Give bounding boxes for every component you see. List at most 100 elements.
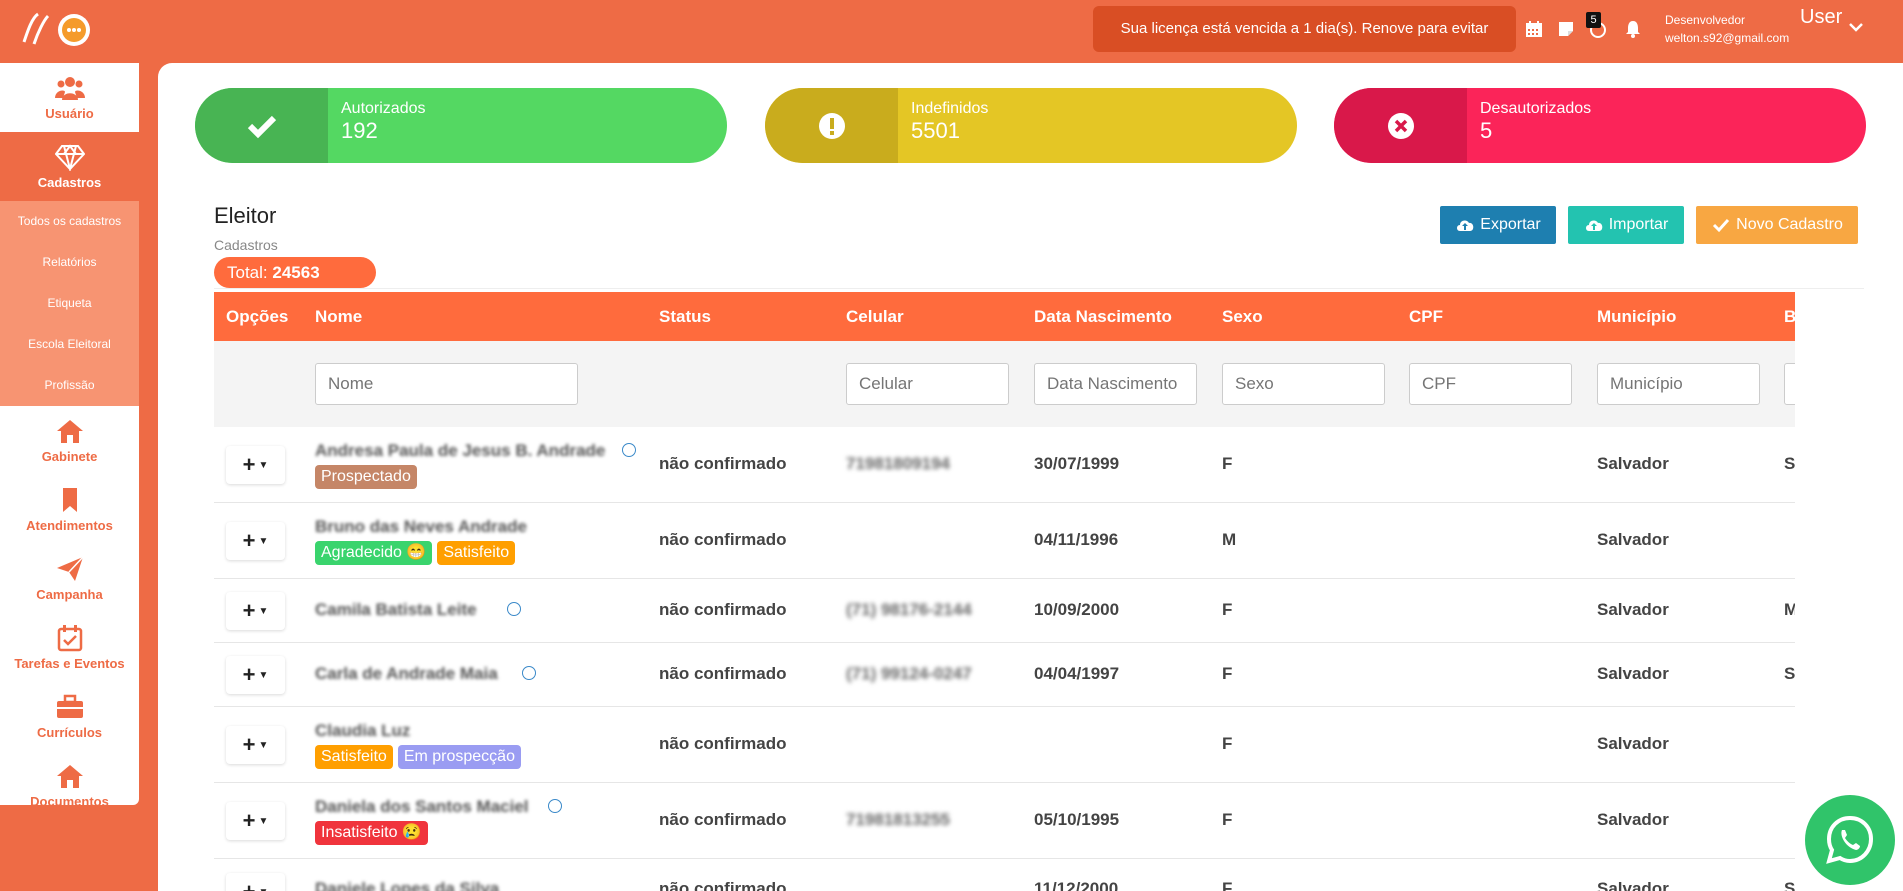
caret-down-icon: ▼ <box>258 887 268 891</box>
row-status: não confirmado <box>659 810 787 829</box>
plus-icon: + <box>242 528 256 553</box>
row-options-button[interactable]: +▼ <box>226 446 285 484</box>
column-header[interactable]: B <box>1784 292 1795 341</box>
filter-municipio-input[interactable] <box>1597 363 1760 405</box>
submenu-item-todos[interactable]: Todos os cadastros <box>0 201 139 242</box>
row-phone: 71981809194 <box>846 454 951 473</box>
row-name[interactable]: Bruno das Neves Andrade <box>315 517 527 537</box>
user-avatar[interactable]: User <box>1800 6 1842 29</box>
user-role: Desenvolvedor <box>1665 13 1746 27</box>
stat-card-indefinidos[interactable]: Indefinidos 5501 <box>765 88 1297 163</box>
plus-icon: + <box>242 808 256 833</box>
notification-count-badge: 5 <box>1586 12 1601 28</box>
row-status: não confirmado <box>659 879 787 891</box>
filter-celular-input[interactable] <box>846 363 1009 405</box>
plus-icon: + <box>242 598 256 623</box>
table-row: +▼ Daniele Lopes da Silva não confirmado… <box>214 859 1795 891</box>
row-name[interactable]: Camila Batista Leite <box>315 600 477 620</box>
sidebar-item-curriculos[interactable]: Currículos <box>0 682 139 751</box>
row-sex: M <box>1222 530 1237 549</box>
column-header[interactable]: Nome <box>315 292 362 341</box>
filter-cpf-input[interactable] <box>1409 363 1572 405</box>
whatsapp-button[interactable] <box>1805 795 1895 885</box>
whatsapp-icon[interactable] <box>507 602 521 616</box>
sidebar-item-campanha[interactable]: Campanha <box>0 544 139 613</box>
filter-extra-input[interactable] <box>1784 363 1795 405</box>
row-name[interactable]: Claudia Luz <box>315 721 410 741</box>
caret-down-icon: ▼ <box>258 669 269 681</box>
row-options-button[interactable]: +▼ <box>226 656 285 694</box>
calendar-icon[interactable] <box>1523 18 1547 42</box>
row-options-button[interactable]: +▼ <box>226 522 285 560</box>
tag: Satisfeito <box>315 745 393 769</box>
stat-label: Desautorizados <box>1480 100 1592 117</box>
sidebar-item-label: Atendimentos <box>26 518 113 533</box>
table-row: + ▼ Andresa Paula de Jesus B. Andrade Pro… <box>214 427 1795 503</box>
filter-data-input[interactable] <box>1034 363 1197 405</box>
sidebar-item-tarefas[interactable]: Tarefas e Eventos <box>0 613 139 682</box>
user-info[interactable]: Desenvolvedor welton.s92@gmail.com <box>1665 11 1789 47</box>
row-status: não confirmado <box>659 454 787 473</box>
sidebar-item-usuario[interactable]: Usuário <box>0 63 139 132</box>
sidebar-item-cadastros[interactable]: Cadastros <box>0 132 139 201</box>
sidebar-item-atendimentos[interactable]: Atendimentos <box>0 475 139 544</box>
table-row: + ▼ Bruno das Neves Andrade Agradecido 😁 … <box>214 503 1795 579</box>
stat-value: 5501 <box>911 118 960 143</box>
sidebar-submenu: Todos os cadastros Relatórios Etiqueta E… <box>0 201 139 406</box>
row-birthdate: 11/12/2000 <box>1034 879 1119 891</box>
row-options-button[interactable]: +▼ <box>226 592 285 630</box>
row-birthdate: 04/11/1996 <box>1034 530 1119 549</box>
row-options-button[interactable]: +▼ <box>226 873 285 891</box>
stat-card-autorizados[interactable]: Autorizados 192 <box>195 88 727 163</box>
stat-card-desautorizados[interactable]: Desautorizados 5 <box>1334 88 1866 163</box>
whatsapp-icon[interactable] <box>622 443 636 457</box>
column-header[interactable]: Data Nascimento <box>1034 292 1172 341</box>
row-city: Salvador <box>1597 879 1669 891</box>
total-value: 24563 <box>272 263 320 282</box>
whatsapp-icon[interactable] <box>522 666 536 680</box>
filter-row <box>214 341 1795 427</box>
chevron-down-icon[interactable] <box>1848 20 1864 38</box>
column-header[interactable]: Celular <box>846 292 904 341</box>
plus-icon: + <box>242 662 256 687</box>
sticky-note-icon[interactable] <box>1555 18 1579 42</box>
row-name[interactable]: Daniela dos Santos Maciel <box>315 797 529 817</box>
tag: Agradecido 😁 <box>315 541 433 565</box>
bell-icon[interactable] <box>1622 18 1646 42</box>
column-header[interactable]: CPF <box>1409 292 1443 341</box>
bookmark-icon <box>62 488 77 512</box>
row-tags: Prospectado <box>315 465 417 489</box>
submenu-item-profissao[interactable]: Profissão <box>0 365 139 406</box>
row-name[interactable]: Daniele Lopes da Silva <box>315 879 499 891</box>
filter-sexo-input[interactable] <box>1222 363 1385 405</box>
table-row: + ▼ Claudia Luz Satisfeito Em prospecção … <box>214 707 1795 783</box>
column-header[interactable]: Município <box>1597 292 1676 341</box>
row-city: Salvador <box>1597 810 1669 829</box>
row-options-button[interactable]: +▼ <box>226 802 285 840</box>
row-options-button[interactable]: +▼ <box>226 726 285 764</box>
filter-nome-input[interactable] <box>315 363 578 405</box>
sidebar-item-label: Campanha <box>36 587 103 602</box>
diamond-icon <box>54 144 85 171</box>
row-birthdate: 05/10/1995 <box>1034 810 1120 829</box>
row-extra: S <box>1784 879 1795 891</box>
column-header[interactable]: Sexo <box>1222 292 1263 341</box>
row-name[interactable]: Andresa Paula de Jesus B. Andrade <box>315 441 605 461</box>
column-header[interactable]: Opções <box>226 292 288 341</box>
export-button[interactable]: Exportar <box>1440 206 1556 244</box>
row-name[interactable]: Carla de Andrade Maia <box>315 664 498 684</box>
users-icon <box>54 77 85 100</box>
app-logo[interactable] <box>18 8 94 50</box>
submenu-item-etiqueta[interactable]: Etiqueta <box>0 283 139 324</box>
column-header[interactable]: Status <box>659 292 711 341</box>
import-button[interactable]: Importar <box>1568 206 1684 244</box>
exclamation-icon <box>765 88 898 163</box>
sidebar-item-documentos[interactable]: Documentos <box>0 751 139 805</box>
sidebar-item-gabinete[interactable]: Gabinete <box>0 406 139 475</box>
tag: Prospectado <box>315 465 417 489</box>
import-label: Importar <box>1608 216 1669 233</box>
submenu-item-relatorios[interactable]: Relatórios <box>0 242 139 283</box>
new-record-button[interactable]: Novo Cadastro <box>1696 206 1858 244</box>
whatsapp-icon[interactable] <box>548 799 562 813</box>
submenu-item-escola[interactable]: Escola Eleitoral <box>0 324 139 365</box>
